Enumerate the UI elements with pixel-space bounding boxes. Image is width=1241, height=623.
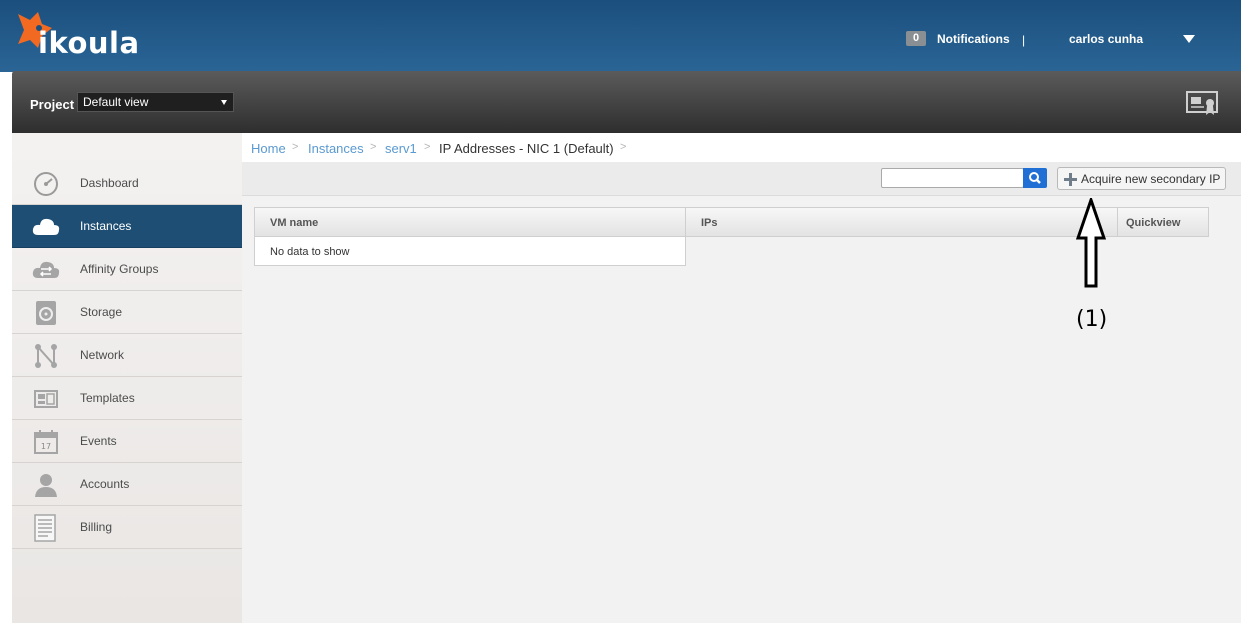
svg-text:17: 17: [41, 442, 51, 451]
project-select[interactable]: Default view: [77, 92, 234, 112]
breadcrumb-separator-icon: >: [370, 141, 377, 153]
search-input[interactable]: [881, 168, 1024, 188]
sidebar-item-billing[interactable]: Billing: [12, 506, 242, 549]
notifications[interactable]: 0 Notifications: [906, 31, 1010, 46]
project-bar: Project Default view: [12, 71, 1241, 133]
select-caret-icon: [221, 100, 227, 105]
top-header: ikoula 0 Notifications | carlos cunha: [0, 0, 1241, 72]
sidebar-item-affinity-groups[interactable]: Affinity Groups: [12, 248, 242, 291]
search-button[interactable]: [1023, 168, 1047, 188]
network-icon: [35, 344, 57, 368]
certificate-icon[interactable]: [1186, 91, 1218, 117]
cloud-icon: [32, 218, 60, 235]
breadcrumb-serv1[interactable]: serv1: [385, 141, 417, 156]
user-icon: [35, 474, 57, 497]
sidebar-item-label: Billing: [80, 520, 113, 534]
user-menu-caret-icon[interactable]: [1183, 35, 1195, 43]
breadcrumb-instances[interactable]: Instances: [308, 141, 364, 156]
annotation-label: (1): [1076, 307, 1108, 332]
column-header-ips[interactable]: IPs: [685, 207, 1118, 237]
calendar-icon: 17: [34, 430, 58, 454]
sidebar-item-templates[interactable]: Templates: [12, 377, 242, 420]
sidebar-item-label: Accounts: [80, 477, 130, 491]
sidebar-item-events[interactable]: 17 Events: [12, 420, 242, 463]
column-header-quickview[interactable]: Quickview: [1117, 207, 1209, 237]
breadcrumb-separator-icon: >: [424, 141, 431, 153]
breadcrumb: Home > Instances > serv1 > IP Addresses …: [242, 133, 1241, 162]
sidebar-item-accounts[interactable]: Accounts: [12, 463, 242, 506]
dashboard-icon: [34, 172, 58, 196]
sidebar-item-storage[interactable]: Storage: [12, 291, 242, 334]
plus-icon: [1064, 173, 1077, 186]
header-separator: |: [1022, 33, 1026, 47]
breadcrumb-current: IP Addresses - NIC 1 (Default): [439, 141, 614, 156]
sidebar: Dashboard Instances Affinity Groups Stor…: [12, 133, 242, 623]
sidebar-item-network[interactable]: Network: [12, 334, 242, 377]
sidebar-item-label: Events: [80, 434, 117, 448]
acquire-button-label: Acquire new secondary IP: [1081, 172, 1221, 186]
column-header-vm-name[interactable]: VM name: [254, 207, 686, 237]
sidebar-item-label: Templates: [80, 391, 135, 405]
sidebar-item-label: Dashboard: [80, 176, 139, 190]
project-select-value: Default view: [83, 95, 149, 109]
sidebar-item-label: Instances: [80, 219, 132, 233]
document-icon: [34, 514, 56, 542]
empty-table-message: No data to show: [254, 237, 686, 266]
toolbar: Acquire new secondary IP: [242, 162, 1241, 196]
sidebar-item-label: Storage: [80, 305, 123, 319]
acquire-secondary-ip-button[interactable]: Acquire new secondary IP: [1057, 167, 1226, 190]
sidebar-item-label: Affinity Groups: [80, 262, 159, 276]
notifications-count-badge: 0: [906, 31, 926, 46]
notifications-label[interactable]: Notifications: [937, 32, 1010, 46]
user-name[interactable]: carlos cunha: [1069, 32, 1143, 46]
search-icon: [1029, 172, 1041, 184]
affinity-icon: [32, 261, 60, 278]
breadcrumb-separator-icon: >: [292, 141, 299, 153]
breadcrumb-home[interactable]: Home: [251, 141, 286, 156]
sidebar-item-dashboard[interactable]: Dashboard: [12, 162, 242, 205]
project-label: Project: [30, 97, 75, 112]
storage-icon: [36, 301, 56, 325]
templates-icon: [34, 390, 58, 408]
logo-text: ikoula: [38, 26, 140, 60]
sidebar-item-instances[interactable]: Instances: [12, 205, 242, 248]
sidebar-item-label: Network: [80, 348, 125, 362]
breadcrumb-separator-icon: >: [620, 141, 627, 153]
annotation-arrow-icon: [1076, 198, 1106, 288]
